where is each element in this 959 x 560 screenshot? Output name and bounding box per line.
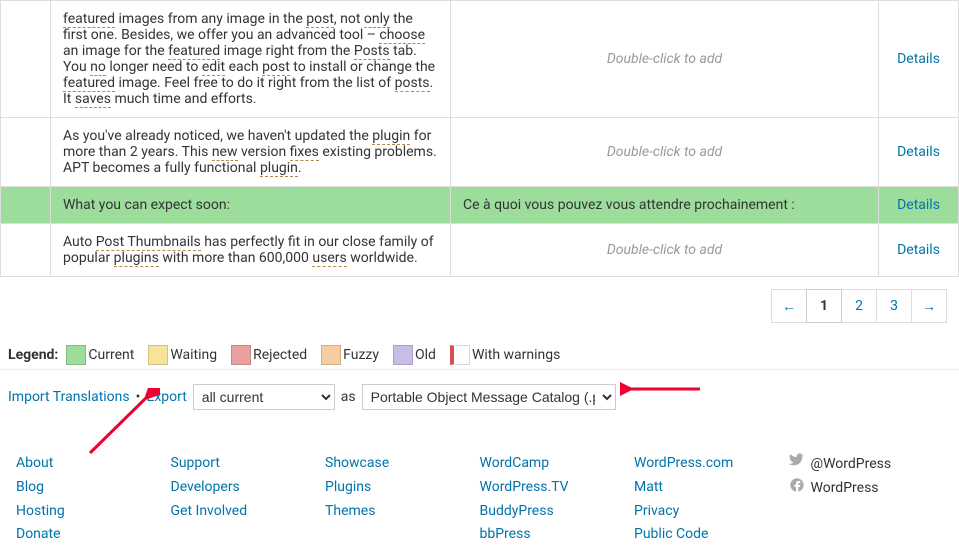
- facebook-icon: [789, 477, 805, 502]
- legend-item: Rejected: [231, 345, 307, 365]
- source-text[interactable]: As you've already noticed, we haven't up…: [51, 118, 451, 187]
- row-checkbox-cell: [1, 224, 51, 277]
- legend-swatch: [450, 345, 470, 365]
- export-format-select[interactable]: Portable Object Message Catalog (.po/.po…: [362, 384, 616, 410]
- export-scope-select[interactable]: all current: [193, 384, 335, 410]
- legend-item: Fuzzy: [321, 345, 379, 365]
- legend-item-label: Waiting: [170, 347, 217, 363]
- details-link[interactable]: Details: [897, 197, 940, 213]
- footer-link[interactable]: Matt: [634, 476, 789, 500]
- legend-label: Legend:: [8, 347, 58, 363]
- source-text[interactable]: Auto Post Thumbnails has perfectly fit i…: [51, 224, 451, 277]
- footer-link[interactable]: About: [16, 452, 171, 476]
- table-row: featured images from any image in the po…: [1, 1, 959, 118]
- legend-item-label: Fuzzy: [343, 347, 379, 363]
- row-checkbox-cell: [1, 118, 51, 187]
- source-text[interactable]: What you can expect soon:: [51, 187, 451, 224]
- footer-col-4: WordCampWordPress.TVBuddyPressbbPress: [480, 452, 635, 547]
- footer-social-link[interactable]: @WordPress: [789, 452, 944, 477]
- twitter-icon: [789, 452, 805, 477]
- legend-swatch: [231, 345, 251, 365]
- page-number[interactable]: 2: [841, 289, 877, 323]
- footer-link[interactable]: Privacy: [634, 500, 789, 524]
- footer: AboutBlogHostingDonate SupportDevelopers…: [0, 432, 959, 547]
- footer-social-label: @WordPress: [811, 453, 892, 477]
- table-row: What you can expect soon:Ce à quoi vous …: [1, 187, 959, 224]
- row-checkbox-cell: [1, 187, 51, 224]
- legend-item-label: Rejected: [253, 347, 307, 363]
- legend-item: Old: [393, 345, 436, 365]
- translation-table: featured images from any image in the po…: [0, 0, 959, 277]
- footer-link[interactable]: Themes: [325, 500, 480, 524]
- target-text[interactable]: Double-click to add: [451, 118, 879, 187]
- page-prev[interactable]: ←: [771, 289, 807, 323]
- legend-swatch: [321, 345, 341, 365]
- footer-link[interactable]: Plugins: [325, 476, 480, 500]
- footer-link[interactable]: Developers: [171, 476, 326, 500]
- page-number: 1: [806, 289, 842, 323]
- footer-col-2: SupportDevelopersGet Involved: [171, 452, 326, 547]
- legend-swatch: [393, 345, 413, 365]
- footer-social-link[interactable]: WordPress: [789, 477, 944, 502]
- separator-dot: •: [136, 389, 141, 405]
- legend-item: Current: [66, 345, 134, 365]
- details-link[interactable]: Details: [897, 51, 940, 67]
- footer-link[interactable]: BuddyPress: [480, 500, 635, 524]
- footer-link[interactable]: Get Involved: [171, 500, 326, 524]
- legend-item-label: Current: [88, 347, 134, 363]
- target-text[interactable]: Ce à quoi vous pouvez vous attendre proc…: [451, 187, 879, 224]
- table-row: As you've already noticed, we haven't up…: [1, 118, 959, 187]
- export-row: Import Translations • Export all current…: [0, 370, 959, 432]
- footer-col-5: WordPress.comMattPrivacyPublic Code: [634, 452, 789, 547]
- legend-swatch: [66, 345, 86, 365]
- footer-link[interactable]: Blog: [16, 476, 171, 500]
- footer-col-social: @WordPressWordPress: [789, 452, 944, 547]
- footer-col-1: AboutBlogHostingDonate: [16, 452, 171, 547]
- details-link[interactable]: Details: [897, 242, 940, 258]
- page-next[interactable]: →: [911, 289, 947, 323]
- footer-link[interactable]: WordCamp: [480, 452, 635, 476]
- footer-social-label: WordPress: [811, 477, 879, 501]
- footer-link[interactable]: Showcase: [325, 452, 480, 476]
- row-checkbox-cell: [1, 1, 51, 118]
- legend-item-label: Old: [415, 347, 436, 363]
- legend-item: With warnings: [450, 345, 560, 365]
- target-text[interactable]: Double-click to add: [451, 1, 879, 118]
- legend-item: Waiting: [148, 345, 217, 365]
- footer-link[interactable]: Hosting: [16, 500, 171, 524]
- pagination: ←123→: [0, 277, 959, 335]
- footer-link[interactable]: WordPress.TV: [480, 476, 635, 500]
- import-translations-link[interactable]: Import Translations: [8, 389, 130, 405]
- footer-link[interactable]: Donate: [16, 523, 171, 547]
- target-text[interactable]: Double-click to add: [451, 224, 879, 277]
- footer-link[interactable]: Public Code: [634, 523, 789, 547]
- legend: Legend: Current Waiting Rejected Fuzzy Old Wi…: [0, 335, 959, 370]
- footer-link[interactable]: bbPress: [480, 523, 635, 547]
- source-text[interactable]: featured images from any image in the po…: [51, 1, 451, 118]
- page-number[interactable]: 3: [876, 289, 912, 323]
- export-link[interactable]: Export: [146, 389, 186, 405]
- footer-link[interactable]: Support: [171, 452, 326, 476]
- footer-col-3: ShowcasePluginsThemes: [325, 452, 480, 547]
- table-row: Auto Post Thumbnails has perfectly fit i…: [1, 224, 959, 277]
- legend-swatch: [148, 345, 168, 365]
- details-link[interactable]: Details: [897, 144, 940, 160]
- legend-item-label: With warnings: [472, 347, 560, 363]
- footer-link[interactable]: WordPress.com: [634, 452, 789, 476]
- as-label: as: [341, 389, 356, 405]
- annotation-arrow-format: [620, 380, 700, 398]
